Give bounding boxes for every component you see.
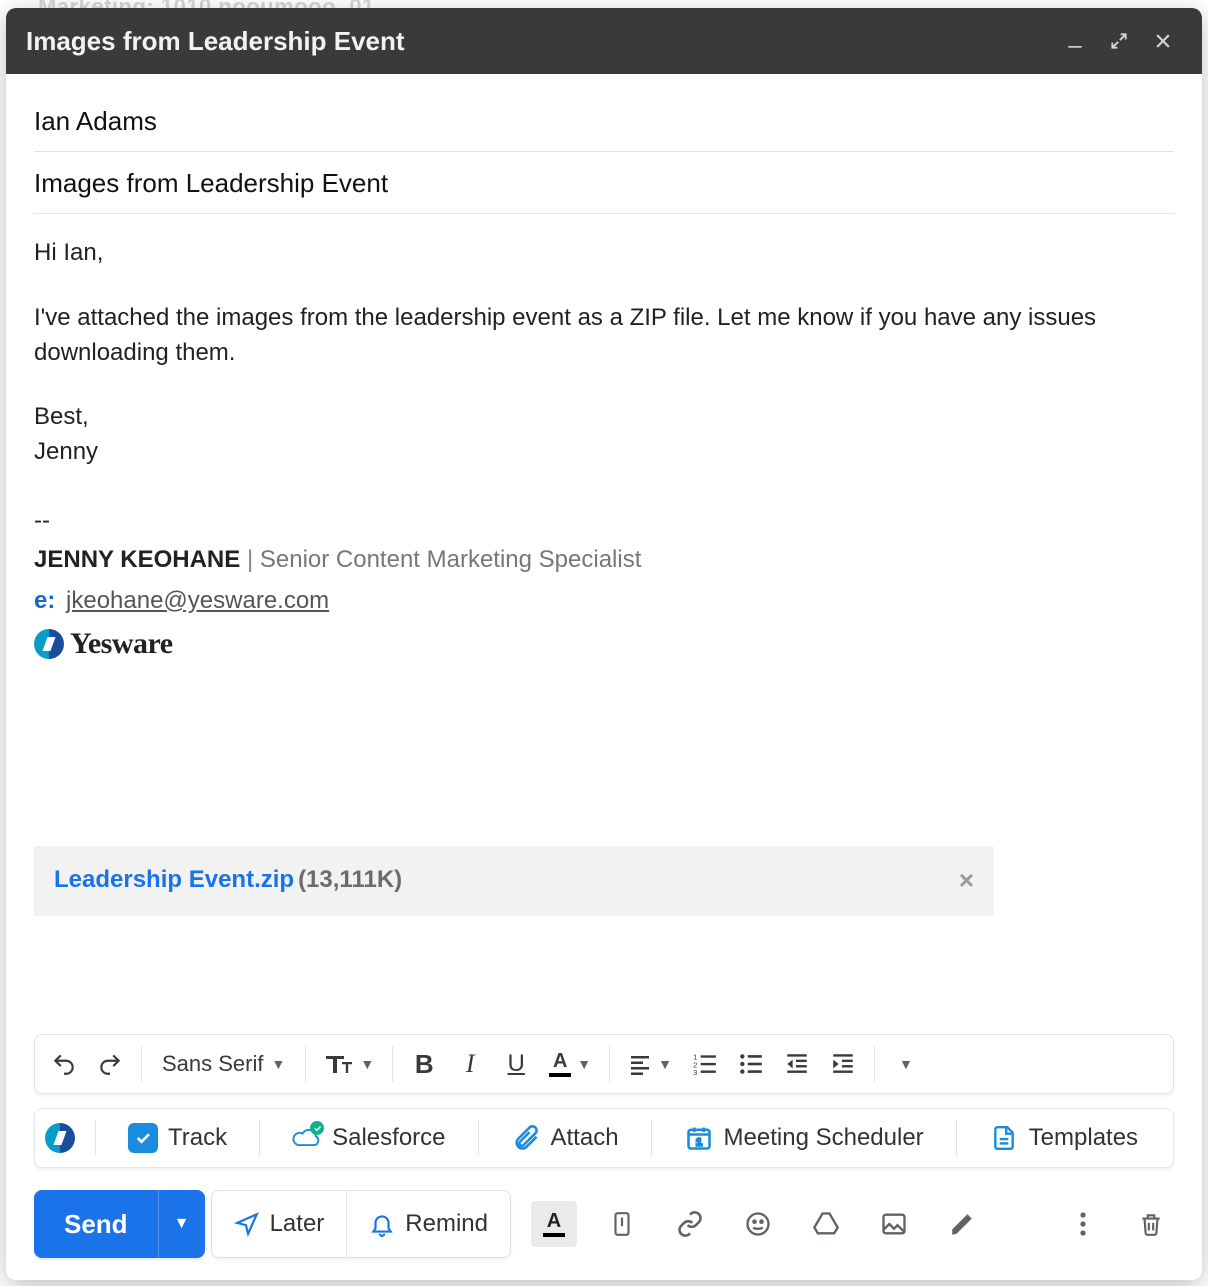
formatting-toolbar: Sans Serif ▼ ▼ B I U A ▼ ▼ 123 xyxy=(34,1034,1174,1094)
templates-label: Templates xyxy=(1029,1124,1138,1152)
signature-email-label: e: xyxy=(34,587,55,614)
insert-link-icon[interactable] xyxy=(667,1201,713,1247)
more-options-icon[interactable] xyxy=(1060,1201,1106,1247)
signature-bar: | xyxy=(247,546,260,573)
meeting-label: Meeting Scheduler xyxy=(724,1124,924,1152)
salesforce-button[interactable]: Salesforce xyxy=(280,1117,457,1159)
window-title: Images from Leadership Event xyxy=(26,26,405,57)
chevron-down-icon: ▼ xyxy=(658,1056,672,1072)
attachment-chip[interactable]: Leadership Event.zip (13,111K) × xyxy=(34,846,994,916)
subject-text[interactable]: Images from Leadership Event xyxy=(34,168,388,198)
signature-line: JENNY KEOHANE | Senior Content Marketing… xyxy=(34,543,1174,578)
yesware-toolbar: Track Salesforce Attach 1 Meeting Schedu xyxy=(34,1108,1174,1168)
svg-text:1: 1 xyxy=(696,1137,702,1149)
compose-window: Images from Leadership Event Ian Adams I… xyxy=(6,8,1202,1280)
fullscreen-icon[interactable] xyxy=(1100,22,1138,60)
indent-increase-icon[interactable] xyxy=(822,1041,864,1087)
more-formatting-icon[interactable]: ▼ xyxy=(885,1041,927,1087)
salesforce-label: Salesforce xyxy=(332,1124,445,1152)
chevron-down-icon: ▼ xyxy=(360,1056,374,1072)
schedule-chip-group: Later Remind xyxy=(211,1190,511,1258)
formatting-toggle-icon[interactable]: A xyxy=(531,1201,577,1247)
templates-button[interactable]: Templates xyxy=(977,1117,1150,1159)
bell-icon xyxy=(369,1211,395,1237)
font-family-label: Sans Serif xyxy=(162,1051,264,1077)
insert-drive-icon[interactable] xyxy=(803,1201,849,1247)
cloud-icon xyxy=(292,1123,322,1153)
later-label: Later xyxy=(270,1210,325,1238)
yesware-mark-icon xyxy=(34,629,64,659)
bottom-icon-row: A xyxy=(531,1201,1174,1247)
signature-separator: -- xyxy=(34,504,1174,539)
numbered-list-icon[interactable]: 123 xyxy=(684,1041,726,1087)
attach-label: Attach xyxy=(551,1124,619,1152)
yesware-icon[interactable] xyxy=(45,1123,75,1153)
undo-icon[interactable] xyxy=(43,1041,85,1087)
attach-button[interactable]: Attach xyxy=(499,1117,631,1159)
send-button[interactable]: Send xyxy=(34,1190,159,1258)
close-icon[interactable] xyxy=(1144,22,1182,60)
track-label: Track xyxy=(168,1124,227,1152)
checkmark-icon xyxy=(128,1123,158,1153)
titlebar: Images from Leadership Event xyxy=(6,8,1202,74)
yesware-logo[interactable]: Yesware xyxy=(34,622,1174,666)
attachment-size: (13,111K) xyxy=(298,863,402,898)
paperclip-icon xyxy=(511,1123,541,1153)
recipients-field[interactable]: Ian Adams xyxy=(34,90,1174,152)
signature-title: Senior Content Marketing Specialist xyxy=(260,546,642,573)
chevron-down-icon: ▼ xyxy=(272,1056,286,1072)
redo-icon[interactable] xyxy=(89,1041,131,1087)
minimize-icon[interactable] xyxy=(1056,22,1094,60)
insert-emoji-icon[interactable] xyxy=(735,1201,781,1247)
font-family-select[interactable]: Sans Serif ▼ xyxy=(152,1051,295,1077)
send-button-group: Send ▼ xyxy=(34,1190,205,1258)
attachment-remove-icon[interactable]: × xyxy=(959,862,974,900)
send-later-button[interactable]: Later xyxy=(212,1191,347,1257)
document-icon xyxy=(989,1123,1019,1153)
paper-plane-icon xyxy=(234,1211,260,1237)
confidential-mode-icon[interactable] xyxy=(939,1201,985,1247)
text-color-button[interactable]: A ▼ xyxy=(541,1041,599,1087)
attach-file-icon[interactable] xyxy=(599,1201,645,1247)
compose-body[interactable]: Ian Adams Images from Leadership Event H… xyxy=(6,74,1202,1028)
calendar-icon: 1 xyxy=(684,1123,714,1153)
font-size-button[interactable]: ▼ xyxy=(316,1041,382,1087)
attachment-filename[interactable]: Leadership Event.zip xyxy=(54,863,294,898)
chevron-down-icon: ▼ xyxy=(577,1056,591,1072)
discard-draft-icon[interactable] xyxy=(1128,1201,1174,1247)
underline-icon[interactable]: U xyxy=(495,1041,537,1087)
closing-name: Jenny xyxy=(34,438,98,465)
signature-email[interactable]: jkeohane@yesware.com xyxy=(66,587,329,614)
meeting-scheduler-button[interactable]: 1 Meeting Scheduler xyxy=(672,1117,936,1159)
subject-field[interactable]: Images from Leadership Event xyxy=(34,152,1174,214)
bulleted-list-icon[interactable] xyxy=(730,1041,772,1087)
closing-best: Best, xyxy=(34,403,89,430)
send-dropdown[interactable]: ▼ xyxy=(159,1190,205,1258)
action-row: Send ▼ Later Remind A xyxy=(34,1190,1174,1258)
align-button[interactable]: ▼ xyxy=(620,1041,680,1087)
body-paragraph: I've attached the images from the leader… xyxy=(34,301,1174,371)
bold-icon[interactable]: B xyxy=(403,1041,445,1087)
svg-text:3: 3 xyxy=(693,1068,697,1077)
insert-photo-icon[interactable] xyxy=(871,1201,917,1247)
italic-icon[interactable]: I xyxy=(449,1041,491,1087)
greeting-line: Hi Ian, xyxy=(34,236,1174,271)
send-label: Send xyxy=(64,1209,128,1240)
yesware-brand-text: Yesware xyxy=(70,622,173,666)
indent-decrease-icon[interactable] xyxy=(776,1041,818,1087)
track-toggle[interactable]: Track xyxy=(116,1117,239,1159)
remind-label: Remind xyxy=(405,1210,488,1238)
signature-name: JENNY KEOHANE xyxy=(34,546,240,573)
message-body[interactable]: Hi Ian, I've attached the images from th… xyxy=(34,214,1174,916)
remind-button[interactable]: Remind xyxy=(346,1191,510,1257)
recipient-chip[interactable]: Ian Adams xyxy=(34,106,157,136)
